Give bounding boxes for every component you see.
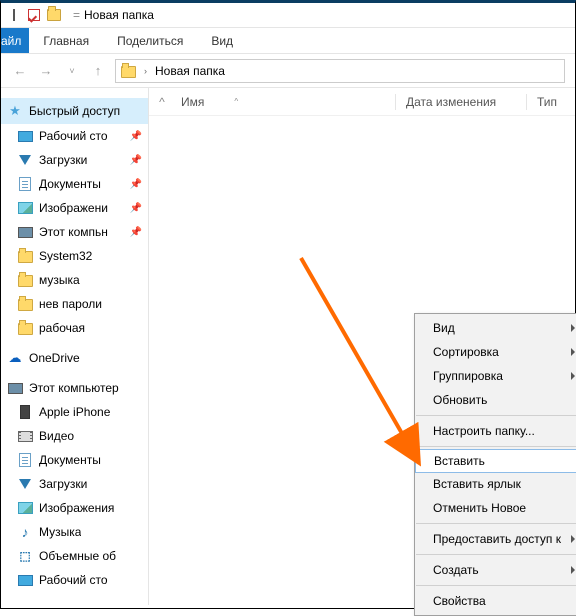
ctx-share[interactable]: Предоставить доступ к: [415, 527, 576, 551]
sidebar-item-documents[interactable]: Документы📌: [1, 172, 148, 196]
sidebar-item-videos[interactable]: Видео: [1, 424, 148, 448]
ctx-customize[interactable]: Настроить папку...: [415, 419, 576, 443]
sort-handle[interactable]: ^: [149, 95, 175, 109]
onedrive-icon: ☁: [7, 350, 23, 366]
sidebar-onedrive[interactable]: ☁OneDrive: [1, 346, 148, 370]
music-icon: ♪: [17, 524, 33, 540]
pin-icon: 📌: [130, 131, 142, 142]
tab-file[interactable]: айл: [1, 28, 29, 53]
sidebar-item-thispc-pin[interactable]: Этот компьн📌: [1, 220, 148, 244]
tab-home[interactable]: Главная: [29, 28, 103, 53]
column-name[interactable]: Имя: [181, 95, 204, 109]
document-icon: [17, 452, 33, 468]
properties-qat-icon[interactable]: [25, 6, 43, 24]
sidebar-item-iphone[interactable]: Apple iPhone: [1, 400, 148, 424]
tab-view[interactable]: Вид: [197, 28, 247, 53]
ctx-separator: [416, 585, 576, 586]
sidebar-item-music-folder[interactable]: музыка: [1, 268, 148, 292]
title-bar: = Новая папка: [1, 3, 575, 28]
navigation-pane: ★ Быстрый доступ Рабочий сто📌 Загрузки📌 …: [1, 88, 149, 605]
sidebar-item-system32[interactable]: System32: [1, 244, 148, 268]
pin-icon: 📌: [130, 155, 142, 166]
forward-button[interactable]: →: [37, 62, 55, 80]
star-icon: ★: [7, 103, 23, 119]
back-button[interactable]: ←: [11, 62, 29, 80]
sidebar-item-music-pc[interactable]: ♪Музыка: [1, 520, 148, 544]
context-menu: Вид Сортировка Группировка Обновить Наст…: [414, 313, 576, 616]
ctx-new[interactable]: Создать: [415, 558, 576, 582]
sort-indicator-icon: ^: [234, 97, 238, 106]
up-button[interactable]: ↑: [89, 62, 107, 80]
window-title: Новая папка: [84, 8, 154, 22]
recent-dropdown[interactable]: ˅: [63, 62, 81, 80]
folder-qat-icon[interactable]: [45, 6, 63, 24]
sidebar-head-label: Быстрый доступ: [29, 104, 120, 118]
ctx-refresh[interactable]: Обновить: [415, 388, 576, 412]
tab-share[interactable]: Поделиться: [103, 28, 197, 53]
ctx-separator: [416, 523, 576, 524]
sidebar-item-pictures-pc[interactable]: Изображения: [1, 496, 148, 520]
qat-separator: =: [73, 8, 80, 22]
address-segment[interactable]: Новая папка: [155, 64, 225, 78]
pc-icon: [17, 224, 33, 240]
download-icon: [17, 476, 33, 492]
folder-icon: [17, 296, 33, 312]
ctx-properties[interactable]: Свойства: [415, 589, 576, 613]
pin-icon: 📌: [130, 179, 142, 190]
address-row: ← → ˅ ↑ › Новая папка: [1, 54, 575, 88]
quick-access-toolbar: [5, 6, 63, 24]
sidebar-item-passwords[interactable]: нев пароли: [1, 292, 148, 316]
app-icon: [5, 6, 23, 24]
sidebar-item-desktop[interactable]: Рабочий сто📌: [1, 124, 148, 148]
pc-icon: [7, 380, 23, 396]
ctx-undo[interactable]: Отменить НовоеCTR: [415, 496, 576, 520]
sidebar-item-work[interactable]: рабочая: [1, 316, 148, 340]
ctx-separator: [416, 446, 576, 447]
ribbon-tabs: айл Главная Поделиться Вид: [1, 28, 575, 54]
cube-icon: ⬚: [17, 548, 33, 564]
sidebar-item-3d[interactable]: ⬚Объемные об: [1, 544, 148, 568]
desktop-icon: [17, 128, 33, 144]
pin-icon: 📌: [130, 227, 142, 238]
ctx-group[interactable]: Группировка: [415, 364, 576, 388]
video-icon: [17, 428, 33, 444]
folder-icon: [17, 272, 33, 288]
folder-icon: [17, 320, 33, 336]
document-icon: [17, 176, 33, 192]
pin-icon: 📌: [130, 203, 142, 214]
download-icon: [17, 152, 33, 168]
sidebar-item-downloads[interactable]: Загрузки📌: [1, 148, 148, 172]
sidebar-item-downloads-pc[interactable]: Загрузки: [1, 472, 148, 496]
image-icon: [17, 500, 33, 516]
phone-icon: [17, 404, 33, 420]
address-folder-icon: [120, 63, 136, 79]
ctx-sort[interactable]: Сортировка: [415, 340, 576, 364]
folder-icon: [17, 248, 33, 264]
ctx-separator: [416, 554, 576, 555]
column-headers: ^ Имя ^ Дата изменения Тип: [149, 88, 575, 116]
ctx-paste[interactable]: Вставить: [415, 449, 576, 473]
ctx-paste-shortcut[interactable]: Вставить ярлык: [415, 472, 576, 496]
sidebar-item-pictures[interactable]: Изображени📌: [1, 196, 148, 220]
column-type[interactable]: Тип: [537, 95, 575, 109]
ctx-view[interactable]: Вид: [415, 316, 576, 340]
sidebar-thispc[interactable]: Этот компьютер: [1, 376, 148, 400]
address-bar[interactable]: › Новая папка: [115, 59, 565, 83]
image-icon: [17, 200, 33, 216]
column-date[interactable]: Дата изменения: [406, 95, 526, 109]
sidebar-quick-access[interactable]: ★ Быстрый доступ: [1, 98, 148, 124]
sidebar-item-documents-pc[interactable]: Документы: [1, 448, 148, 472]
chevron-right-icon[interactable]: ›: [144, 66, 147, 76]
sidebar-item-desktop-pc[interactable]: Рабочий сто: [1, 568, 148, 592]
ctx-separator: [416, 415, 576, 416]
desktop-icon: [17, 572, 33, 588]
